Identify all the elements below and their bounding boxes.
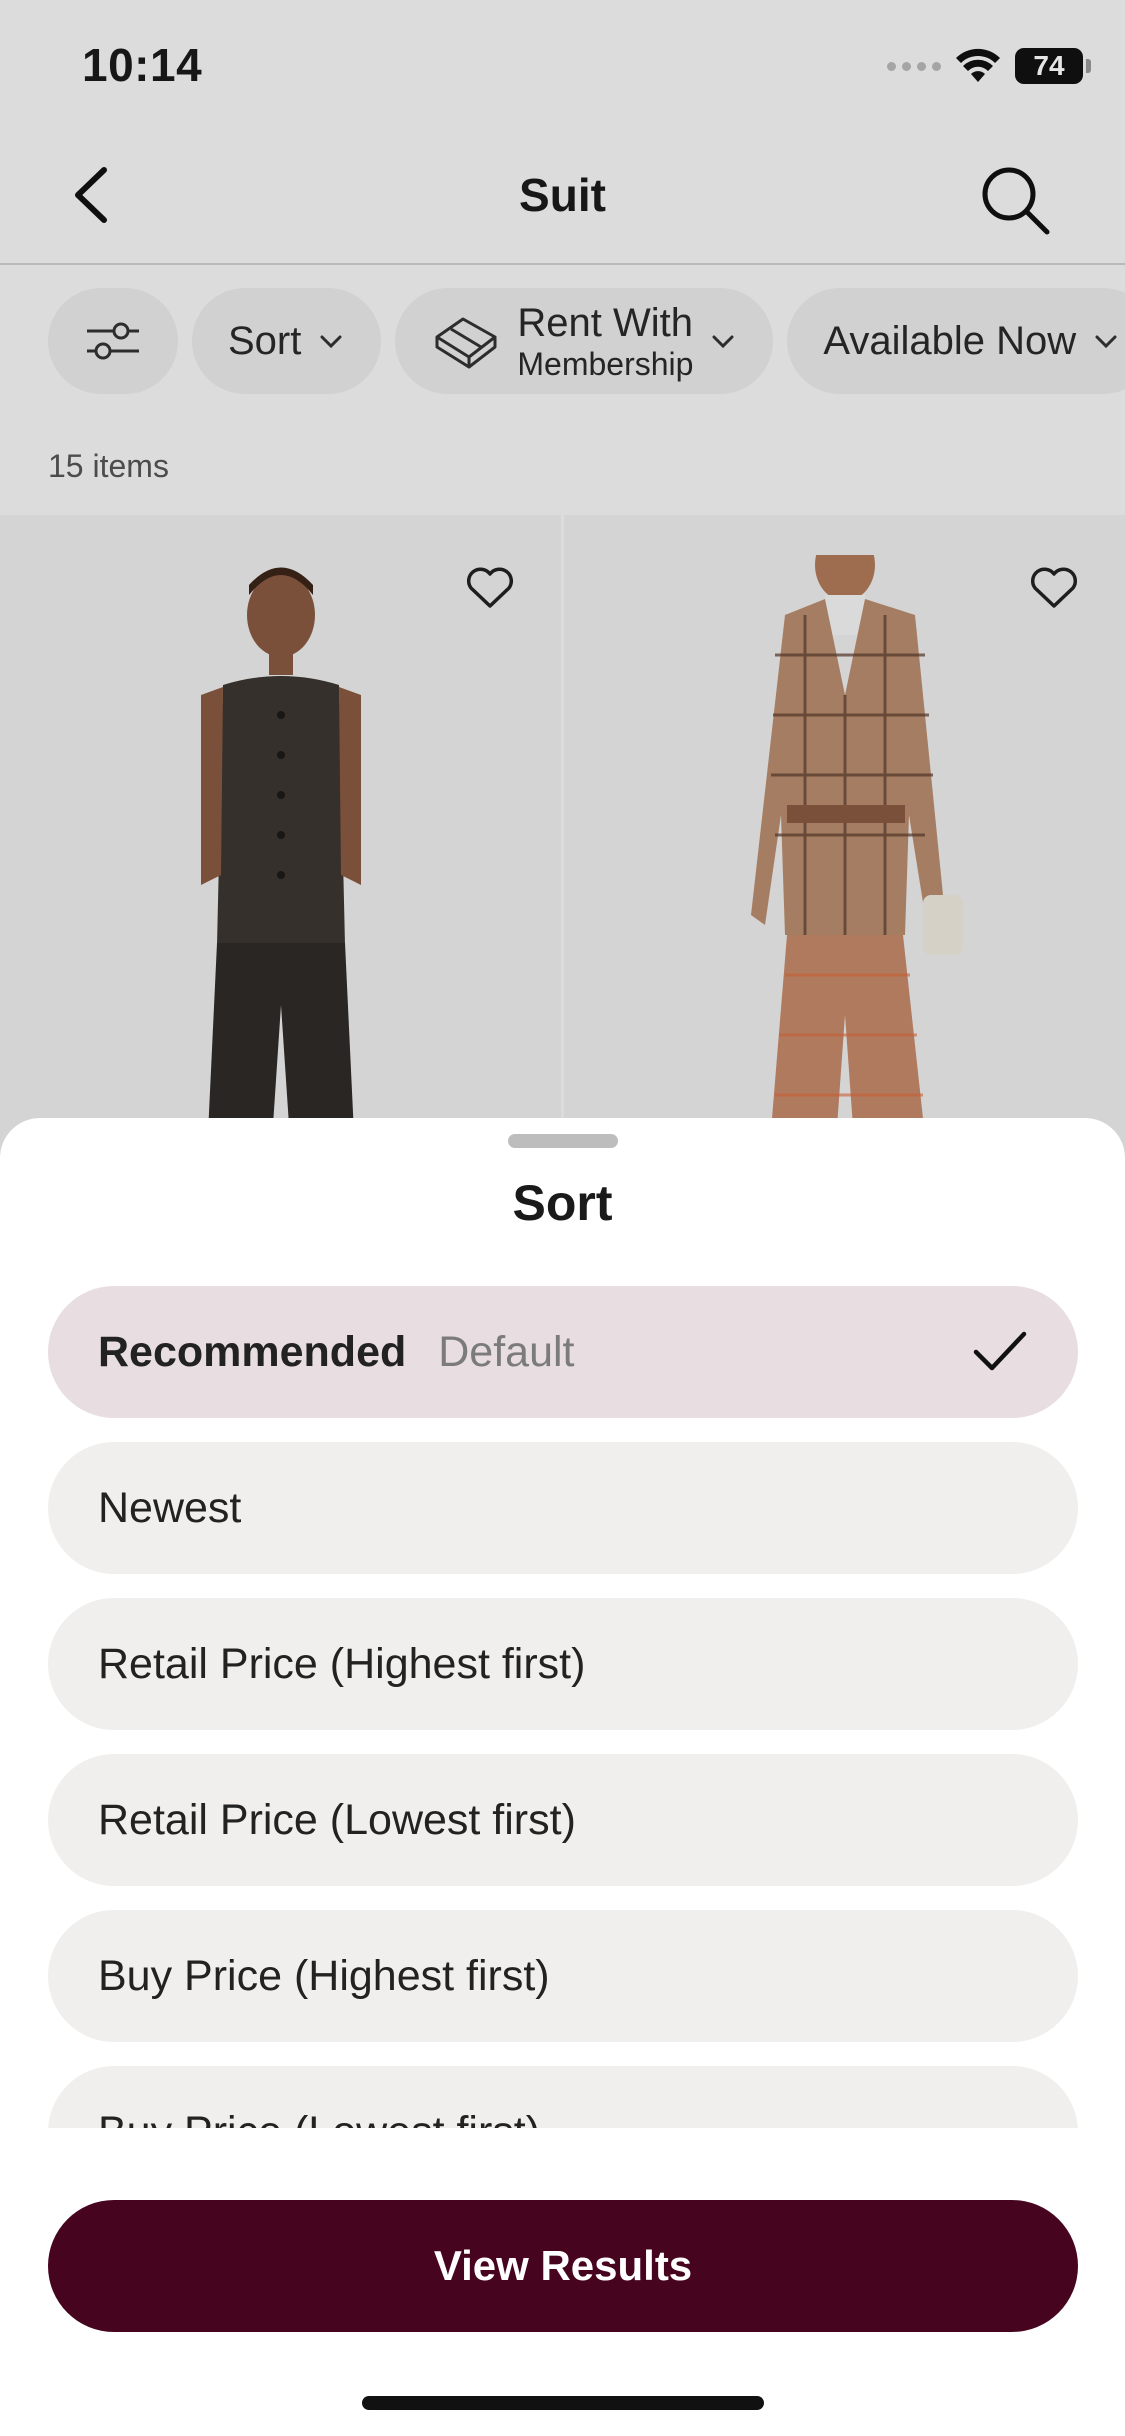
sort-option-label: Recommended	[98, 1327, 407, 1376]
sheet-grabber[interactable]	[508, 1134, 618, 1148]
sort-option-label: Buy Price (Highest first)	[98, 1951, 550, 2000]
sort-option-label: Retail Price (Lowest first)	[98, 1795, 576, 1844]
sort-option-label: Retail Price (Highest first)	[98, 1639, 586, 1688]
sort-option-default-tag: Default	[438, 1327, 575, 1376]
view-results-button[interactable]: View Results	[48, 2200, 1078, 2332]
sort-option-buy-price-high[interactable]: Buy Price (Highest first)	[48, 1910, 1078, 2042]
sort-option-retail-price-high[interactable]: Retail Price (Highest first)	[48, 1598, 1078, 1730]
home-indicator	[362, 2396, 764, 2410]
check-icon	[973, 1331, 1027, 1371]
sort-option-buy-price-low[interactable]: Buy Price (Lowest first)	[48, 2066, 1078, 2128]
sort-option-label: Newest	[98, 1483, 242, 1532]
sort-options-list: Recommended Default Newest Retail Price …	[48, 1286, 1078, 2128]
sort-option-retail-price-low[interactable]: Retail Price (Lowest first)	[48, 1754, 1078, 1886]
sort-option-recommended[interactable]: Recommended Default	[48, 1286, 1078, 1418]
sheet-title: Sort	[512, 1175, 613, 1231]
sort-option-label: Buy Price (Lowest first)	[98, 2108, 540, 2129]
sort-option-newest[interactable]: Newest	[48, 1442, 1078, 1574]
sort-bottom-sheet: Sort Recommended Default Newest Retail P…	[0, 1118, 1125, 2436]
